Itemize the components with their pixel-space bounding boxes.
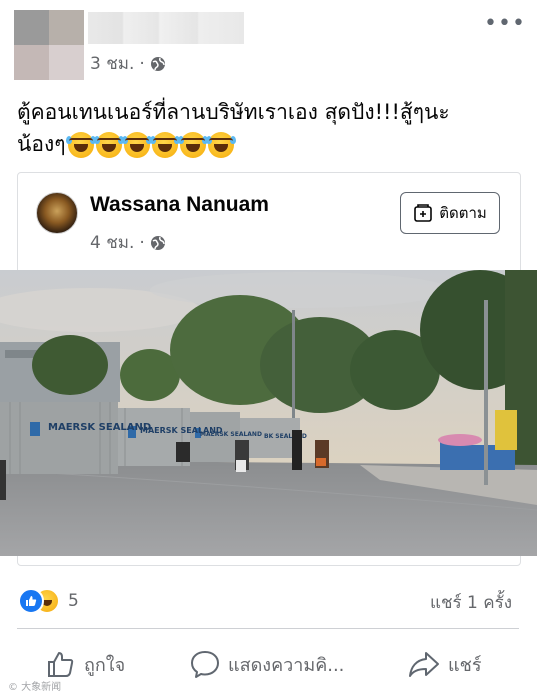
container-text-3: MAERSK SEALAND [200, 431, 262, 438]
comment-icon [191, 651, 219, 678]
shared-post-meta: 4 ชม. · [90, 229, 166, 256]
globe-icon [150, 235, 165, 250]
container-text-1: MAERSK SEALAND [48, 422, 151, 433]
laughing-crying-emoji-icon [149, 132, 180, 158]
post-meta: 3 ชม. · [90, 50, 166, 77]
laughing-crying-emoji-icon [205, 132, 236, 158]
author-name-blurred[interactable] [88, 12, 244, 44]
comment-label: แสดงความคิ... [228, 654, 345, 676]
watermark: © 大象新闻 [8, 682, 62, 693]
shared-author-name[interactable]: Wassana Nanuam [90, 193, 269, 217]
thumbs-up-icon [48, 652, 74, 677]
shared-post-time[interactable]: 4 ชม. [90, 229, 134, 256]
laughing-crying-emoji-icon [121, 132, 152, 158]
shared-photo[interactable]: MAERSK SEALAND MAERSK SEALAND MAERSK SEA… [0, 270, 537, 556]
shared-author-avatar[interactable] [36, 192, 78, 234]
like-label: ถูกใจ [84, 654, 126, 676]
follow-button[interactable]: ติดตาม [400, 192, 500, 234]
share-count[interactable]: แชร์ 1 ครั้ง [430, 589, 512, 616]
like-reaction-icon [18, 588, 44, 614]
post-caption: ตู้คอนเทนเนอร์ที่ลานบริษัทเราเอง สุดปัง!… [17, 96, 522, 160]
reaction-summary[interactable]: 5 [18, 588, 79, 614]
laughing-crying-emoji-icon [177, 132, 208, 158]
comment-button[interactable]: แสดงความคิ... [190, 649, 344, 679]
caption-line-1: ตู้คอนเทนเนอร์ที่ลานบริษัทเราเอง สุดปัง!… [17, 100, 450, 124]
caption-line-2: น้องๆ [17, 132, 66, 156]
more-options-icon[interactable]: ••• [484, 13, 526, 35]
share-button[interactable]: แชร์ [408, 649, 482, 679]
follow-icon [414, 204, 433, 222]
laughing-crying-emoji-icon [93, 132, 124, 158]
author-avatar-blurred[interactable] [14, 10, 84, 80]
share-arrow-icon [409, 652, 439, 677]
laughing-emoji-row [65, 132, 236, 158]
globe-icon [150, 56, 165, 71]
like-button[interactable]: ถูกใจ [46, 649, 125, 679]
reaction-count: 5 [68, 591, 79, 611]
laughing-crying-emoji-icon [65, 132, 96, 158]
follow-label: ติดตาม [439, 204, 487, 222]
divider [17, 628, 519, 629]
share-label: แชร์ [448, 654, 482, 676]
post-time[interactable]: 3 ชม. [90, 50, 134, 77]
